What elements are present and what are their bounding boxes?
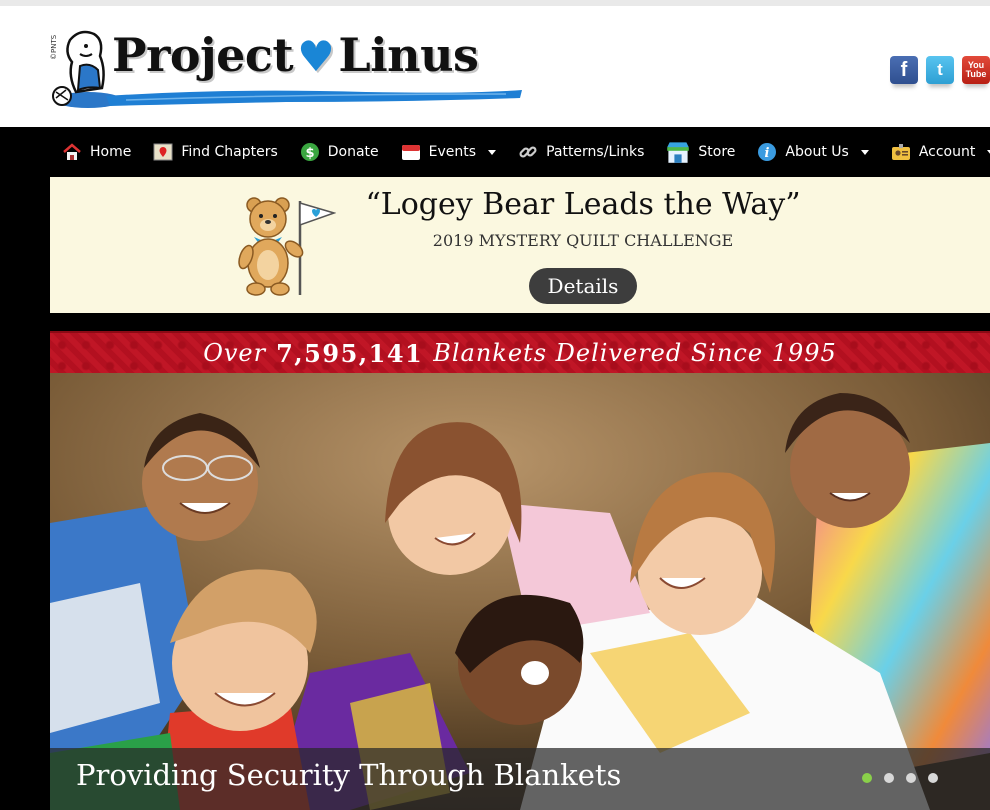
social-links: f t You Tube (890, 56, 990, 84)
counter-suffix: Blankets Delivered Since 1995 (433, 339, 837, 367)
nav-events-label: Events (428, 144, 477, 160)
mystery-quilt-banner: “Logey Bear Leads the Way” 2019 MYSTERY … (50, 177, 990, 313)
svg-text:i: i (765, 146, 770, 161)
brush-swoosh (106, 90, 522, 106)
nav-patterns-links-label: Patterns/Links (546, 144, 645, 160)
hero-slideshow[interactable]: Providing Security Through Blankets (50, 373, 990, 810)
home-icon (63, 143, 81, 160)
store-icon (667, 142, 690, 163)
nav-donate-label: Donate (327, 144, 379, 160)
counter-prefix: Over (203, 339, 267, 367)
chevron-down-icon (488, 149, 497, 155)
hero-caption: Providing Security Through Blankets (76, 758, 622, 792)
slide-dot-3[interactable] (906, 773, 916, 783)
banner-subtitle: 2019 MYSTERY QUILT CHALLENGE (432, 231, 734, 250)
hero-photo-children-with-blankets (50, 373, 990, 810)
link-icon (519, 146, 537, 158)
brand-right: Linus (338, 28, 479, 82)
youtube-icon[interactable]: You Tube (962, 56, 990, 84)
nav-about-us[interactable]: i About Us (757, 127, 869, 177)
main-nav: Home Find Chapters $ Donate Events Patte… (0, 127, 990, 177)
chevron-down-icon (860, 149, 869, 155)
slide-dot-2[interactable] (884, 773, 894, 783)
brand-left: Project (112, 28, 294, 82)
twitter-icon[interactable]: t (926, 56, 954, 84)
svg-text:$: $ (305, 146, 314, 161)
nav-patterns-links[interactable]: Patterns/Links (518, 127, 644, 177)
dollar-icon: $ (300, 143, 319, 161)
slide-dot-4[interactable] (928, 773, 938, 783)
blankets-count: 7,595,141 (276, 338, 424, 368)
nav-account[interactable]: Account (891, 127, 990, 177)
nav-store[interactable]: Store (666, 127, 735, 177)
id-card-icon (891, 144, 910, 160)
logo-tag: ©PNTS (50, 34, 58, 60)
twitter-glyph: t (937, 60, 943, 79)
logey-bear-illustration (238, 197, 336, 296)
project-linus-logo[interactable]: ©PNTS Project♥Linus (50, 26, 530, 114)
nav-store-label: Store (698, 144, 736, 160)
slide-dot-1[interactable] (862, 773, 872, 783)
nav-find-chapters[interactable]: Find Chapters (153, 127, 278, 177)
heart-icon: ♥ (297, 32, 335, 81)
blankets-counter: Over 7,595,141 Blankets Delivered Since … (50, 331, 990, 373)
map-pin-icon (153, 143, 173, 161)
brand-name: Project♥Linus (112, 28, 479, 82)
nav-find-chapters-label: Find Chapters (181, 144, 278, 160)
calendar-icon (401, 145, 420, 160)
info-icon: i (758, 143, 777, 161)
nav-about-us-label: About Us (785, 144, 849, 160)
slide-indicators (862, 773, 938, 783)
facebook-icon[interactable]: f (890, 56, 918, 84)
youtube-glyph-bottom: Tube (965, 69, 987, 79)
hero-caption-bar: Providing Security Through Blankets (50, 748, 990, 810)
site-header: ©PNTS Project♥Linus f t You Tube (0, 0, 990, 127)
facebook-glyph: f (900, 58, 908, 81)
nav-events[interactable]: Events (401, 127, 497, 177)
nav-home[interactable]: Home (62, 127, 131, 177)
banner-title: “Logey Bear Leads the Way” (365, 187, 801, 222)
nav-donate[interactable]: $ Donate (300, 127, 379, 177)
nav-account-label: Account (918, 144, 976, 160)
details-button[interactable]: Details (529, 268, 637, 304)
nav-home-label: Home (90, 144, 132, 160)
